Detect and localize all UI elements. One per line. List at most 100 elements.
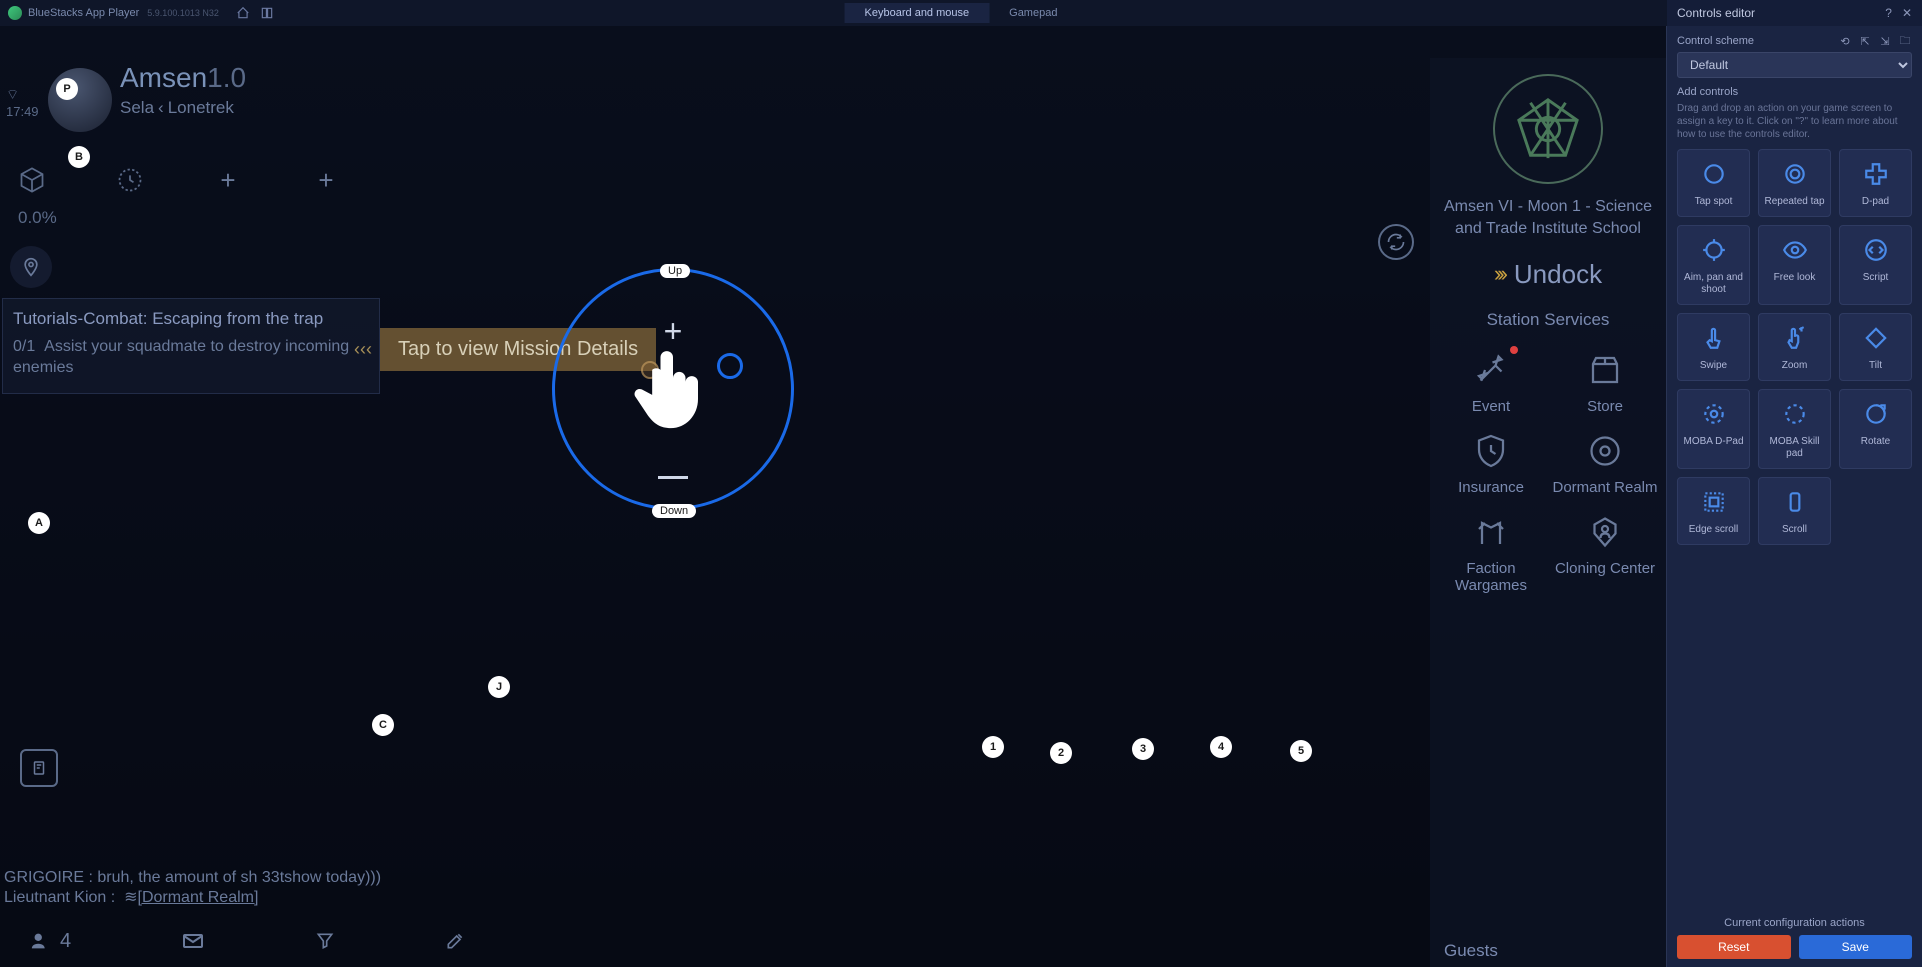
editor-title: Controls editor [1677,6,1755,20]
add-controls-label: Add controls [1677,86,1738,98]
script-icon [1862,236,1890,264]
service-store[interactable]: Store [1552,348,1658,415]
tilt-icon [1862,324,1890,352]
signal-icon: ≋ [124,889,137,906]
bluestacks-logo-icon [8,6,22,20]
chevron-right-icon: ››› [1494,261,1504,287]
service-faction[interactable]: Faction Wargames [1438,510,1544,594]
plus-icon-1[interactable]: + [214,166,242,194]
key-badge-3[interactable]: 3 [1132,738,1154,760]
mail-button[interactable] [181,929,205,953]
controls-editor-panel: Controls editor ? ✕ Control scheme ⟲ ⇱ ⇲… [1666,26,1922,967]
flags-icon [1469,510,1513,554]
contacts-button[interactable]: 4 [30,930,71,953]
station-name: Amsen VI - Moon 1 - Science and Trade In… [1438,196,1658,241]
editor-close-icon[interactable]: ✕ [1902,6,1912,20]
notification-dot-icon [1510,346,1518,354]
service-cloning[interactable]: Cloning Center [1552,510,1658,594]
scheme-select[interactable]: Default [1677,52,1912,78]
percent-indicator: 0.0% [18,208,57,228]
key-badge-5[interactable]: 5 [1290,740,1312,762]
repeated-tap-icon [1781,160,1809,188]
editor-footer: Current configuration actions Reset Save [1667,909,1922,967]
editor-header: Controls editor ? ✕ [1667,0,1922,26]
control-rotate[interactable]: Rotate [1839,389,1912,469]
guests-label[interactable]: Guests [1444,941,1498,961]
crosshair-icon [1700,236,1728,264]
mission-desc: Assist your squadmate to destroy incomin… [13,338,349,376]
control-free-look[interactable]: Free look [1758,225,1831,305]
mission-panel[interactable]: Tutorials-Combat: Escaping from the trap… [2,298,380,394]
control-swipe[interactable]: Swipe [1677,313,1750,381]
control-tap-spot[interactable]: Tap spot [1677,149,1750,217]
control-script[interactable]: Script [1839,225,1912,305]
portal-icon [1583,429,1627,473]
scheme-refresh-icon[interactable]: ⟲ [1838,34,1852,48]
ring-up-label[interactable]: Up [660,264,690,278]
station-services-header: Station Services [1438,310,1658,330]
zoom-icon [1781,324,1809,352]
player-avatar[interactable] [48,68,112,132]
scheme-import-icon[interactable]: ⇲ [1878,34,1892,48]
system-name: Sela [120,98,154,117]
mission-title: Tutorials-Combat: Escaping from the trap [13,309,369,329]
timer-icon[interactable] [116,166,144,194]
ring-down-label[interactable]: Down [652,504,696,518]
reset-button[interactable]: Reset [1677,935,1791,959]
tab-keyboard-mouse[interactable]: Keyboard and mouse [845,3,990,23]
chat-author: Lieutnant Kion : [4,889,115,906]
control-dpad[interactable]: D-pad [1839,149,1912,217]
key-badge-b[interactable]: B [68,146,90,168]
key-badge-j[interactable]: J [488,676,510,698]
editor-help-icon[interactable]: ? [1885,6,1892,20]
plus-icon-2[interactable]: + [312,166,340,194]
chat-log: GRIGOIRE : bruh, the amount of sh 33tsho… [4,869,381,907]
save-button[interactable]: Save [1799,935,1913,959]
key-badge-2[interactable]: 2 [1050,742,1072,764]
key-badge-a[interactable]: A [28,512,50,534]
service-insurance[interactable]: Insurance [1438,429,1544,496]
control-scroll[interactable]: Scroll [1758,477,1831,545]
scheme-folder-icon[interactable]: 🗀 [1898,34,1912,48]
scroll-icon [1781,488,1809,516]
clock-text: 17:49 [6,104,39,119]
home-icon[interactable] [233,3,253,23]
key-badge-1[interactable]: 1 [982,736,1004,758]
service-dormant[interactable]: Dormant Realm [1552,429,1658,496]
location-pin-icon[interactable] [10,246,52,288]
control-moba-skill[interactable]: MOBA Skill pad [1758,389,1831,469]
swipe-icon [1700,324,1728,352]
chat-link[interactable]: [Dormant Realm] [138,889,259,906]
hand-pointer-icon [623,337,723,442]
recents-icon[interactable] [257,3,277,23]
zoom-control-ring[interactable]: + [552,268,794,510]
filter-button[interactable] [315,931,335,951]
cube-icon[interactable] [18,166,46,194]
bottom-hud: 4 [30,929,465,953]
refresh-icon[interactable] [1378,224,1414,260]
dpad-icon [1862,160,1890,188]
control-aim[interactable]: Aim, pan and shoot [1677,225,1750,305]
clipboard-icon[interactable] [20,749,58,787]
store-icon [1583,348,1627,392]
tap-spot-icon [1700,160,1728,188]
tab-gamepad[interactable]: Gamepad [989,3,1077,23]
key-badge-4[interactable]: 4 [1210,736,1232,758]
service-event[interactable]: Event [1438,348,1544,415]
control-moba-dpad[interactable]: MOBA D-Pad [1677,389,1750,469]
control-zoom[interactable]: Zoom [1758,313,1831,381]
scheme-export-icon[interactable]: ⇱ [1858,34,1872,48]
zoom-minus-icon [658,476,688,479]
tools-button[interactable] [445,931,465,951]
control-edge-scroll[interactable]: Edge scroll [1677,477,1750,545]
control-tilt[interactable]: Tilt [1839,313,1912,381]
undock-label: Undock [1514,259,1602,290]
control-repeated-tap[interactable]: Repeated tap [1758,149,1831,217]
key-badge-c[interactable]: C [372,714,394,736]
app-version: 5.9.100.1013 N32 [147,8,219,18]
game-viewport[interactable]: ⌔ 17:49 Amsen1.0 Sela‹Lonetrek + + 0.0% … [0,26,1666,967]
chat-line: GRIGOIRE : bruh, the amount of sh 33tsho… [4,869,381,887]
key-badge-p[interactable]: P [56,78,78,100]
undock-button[interactable]: ››› Undock [1438,259,1658,290]
controls-grid: Tap spot Repeated tap D-pad Aim, pan and… [1667,149,1922,545]
